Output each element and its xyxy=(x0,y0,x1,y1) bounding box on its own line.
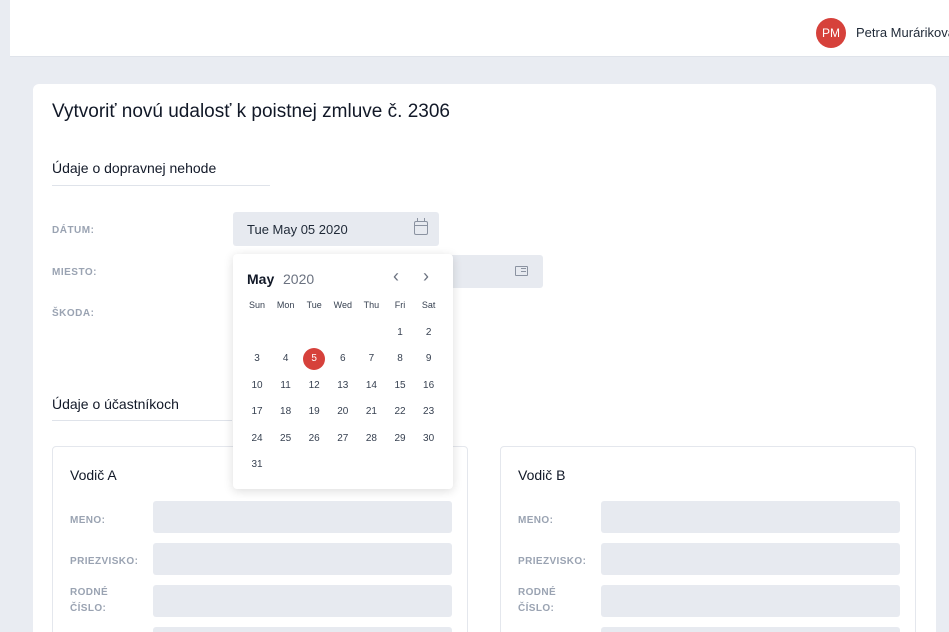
calendar-day[interactable]: 28 xyxy=(360,427,382,449)
calendar-day[interactable]: 17 xyxy=(246,401,268,423)
date-field[interactable]: Tue May 05 2020 xyxy=(233,212,439,246)
last-name-label: PRIEZVISKO: xyxy=(518,556,587,567)
calendar-day[interactable]: 6 xyxy=(332,348,354,370)
weekday-mon: Mon xyxy=(276,300,295,310)
calendar-day[interactable]: 19 xyxy=(303,401,325,423)
page-title: Vytvoriť novú udalosť k poistnej zmluve … xyxy=(52,101,450,122)
place-field[interactable] xyxy=(446,255,543,288)
calendar-day[interactable]: 29 xyxy=(389,427,411,449)
date-value: Tue May 05 2020 xyxy=(247,222,348,237)
driver-b-panel: Vodič B MENO: PRIEZVISKO: RODNÉ ČÍSLO: xyxy=(500,446,916,632)
section-divider xyxy=(52,185,270,186)
first-name-label: MENO: xyxy=(518,515,554,526)
datepicker-popup: May 2020 ‹ › Sun Mon Tue Wed Thu Fri Sat 12345… xyxy=(233,254,453,489)
section-divider xyxy=(52,420,232,421)
calendar-day[interactable]: 23 xyxy=(418,401,440,423)
driver-b-next-input[interactable] xyxy=(601,627,900,632)
driver-a-birth-number-input[interactable] xyxy=(153,585,452,617)
birth-number-label-line2: ČÍSLO: xyxy=(70,603,107,614)
calendar-day[interactable]: 4 xyxy=(275,348,297,370)
date-label: DÁTUM: xyxy=(52,225,95,236)
calendar-day[interactable]: 24 xyxy=(246,427,268,449)
first-name-label: MENO: xyxy=(70,515,106,526)
driver-b-birth-number-input[interactable] xyxy=(601,585,900,617)
last-name-label: PRIEZVISKO: xyxy=(70,556,139,567)
top-bar: PM Petra Muráriková xyxy=(10,0,949,57)
weekday-thu: Thu xyxy=(363,300,380,310)
birth-number-label-line2: ČÍSLO: xyxy=(518,603,555,614)
calendar-day[interactable]: 10 xyxy=(246,374,268,396)
calendar-day[interactable]: 15 xyxy=(389,374,411,396)
chevron-left-icon[interactable]: ‹ xyxy=(388,266,404,287)
calendar-day[interactable]: 27 xyxy=(332,427,354,449)
driver-a-title: Vodič A xyxy=(70,467,117,483)
weekday-sun: Sun xyxy=(248,300,265,310)
birth-number-label-line1: RODNÉ xyxy=(70,587,109,598)
avatar[interactable]: PM xyxy=(816,18,846,48)
driver-a-first-name-input[interactable] xyxy=(153,501,452,533)
weekday-tue: Tue xyxy=(306,300,322,310)
calendar-day[interactable]: 16 xyxy=(418,374,440,396)
calendar-day[interactable]: 12 xyxy=(303,374,325,396)
birth-number-label-line1: RODNÉ xyxy=(518,587,557,598)
calendar-year[interactable]: 2020 xyxy=(283,271,314,287)
driver-b-first-name-input[interactable] xyxy=(601,501,900,533)
user-name[interactable]: Petra Muráriková xyxy=(856,25,949,40)
calendar-day[interactable]: 18 xyxy=(275,401,297,423)
calendar-icon[interactable] xyxy=(414,218,428,235)
calendar-day[interactable]: 13 xyxy=(332,374,354,396)
calendar-day[interactable]: 2 xyxy=(418,321,440,343)
driver-a-last-name-input[interactable] xyxy=(153,543,452,575)
section-title-accident: Údaje o dopravnej nehode xyxy=(52,160,217,176)
calendar-day[interactable]: 26 xyxy=(303,427,325,449)
calendar-day[interactable]: 7 xyxy=(360,348,382,370)
weekday-wed: Wed xyxy=(333,300,352,310)
calendar-day[interactable]: 20 xyxy=(332,401,354,423)
weekday-sat: Sat xyxy=(421,300,436,310)
calendar-day[interactable]: 14 xyxy=(360,374,382,396)
calendar-day[interactable]: 25 xyxy=(275,427,297,449)
calendar-day[interactable]: 21 xyxy=(360,401,382,423)
driver-b-title: Vodič B xyxy=(518,467,566,483)
calendar-day[interactable]: 3 xyxy=(246,348,268,370)
calendar-day-selected[interactable]: 5 xyxy=(303,347,326,370)
driver-a-next-input[interactable] xyxy=(153,627,452,632)
chevron-right-icon[interactable]: › xyxy=(418,266,434,287)
calendar-day[interactable]: 8 xyxy=(389,348,411,370)
calendar-day[interactable]: 30 xyxy=(418,427,440,449)
section-title-participants: Údaje o účastníkoch xyxy=(52,396,179,412)
driver-b-last-name-input[interactable] xyxy=(601,543,900,575)
calendar-day[interactable]: 22 xyxy=(389,401,411,423)
calendar-day[interactable]: 9 xyxy=(418,348,440,370)
address-card-icon xyxy=(515,266,528,276)
place-label: MIESTO: xyxy=(52,267,97,278)
calendar-month[interactable]: May xyxy=(247,271,274,287)
weekday-fri: Fri xyxy=(394,300,406,310)
calendar-day[interactable]: 31 xyxy=(246,454,268,476)
damage-label: ŠKODA: xyxy=(52,308,95,319)
calendar-day[interactable]: 11 xyxy=(275,374,297,396)
calendar-day[interactable]: 1 xyxy=(389,321,411,343)
